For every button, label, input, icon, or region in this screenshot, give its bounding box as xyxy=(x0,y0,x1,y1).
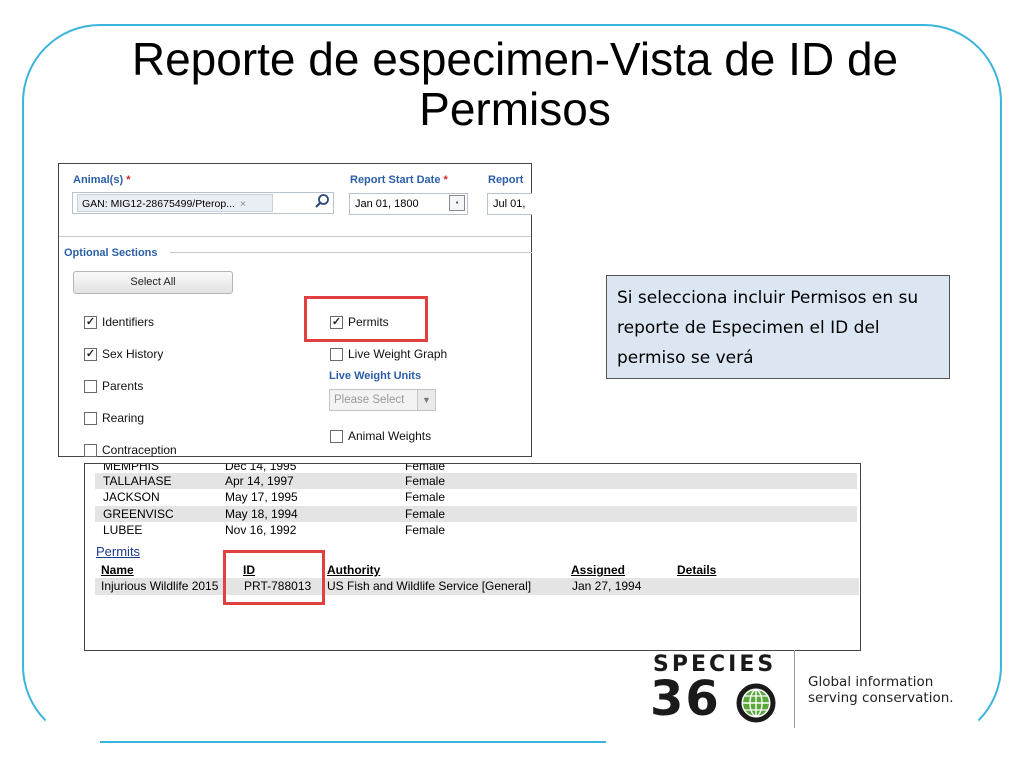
required-marker: * xyxy=(126,174,131,186)
checkbox-unchecked[interactable] xyxy=(330,429,343,443)
start-date-value: Jan 01, 1800 xyxy=(355,198,419,210)
animal-tag[interactable]: GAN: MIG12-28675499/Pterop... × xyxy=(77,194,273,212)
section-label: Parents xyxy=(102,379,144,393)
permits-highlight-box xyxy=(304,296,428,342)
end-date-value: Jul 01, xyxy=(493,198,526,210)
globe-icon xyxy=(736,683,776,723)
section-live-weight-graph[interactable]: Live Weight Graph xyxy=(330,347,447,361)
permits-header-details: Details xyxy=(677,563,717,577)
live-weight-units-select[interactable]: Please Select ▼ xyxy=(329,389,436,411)
cell-name: JACKSON xyxy=(103,490,160,504)
checkbox-checked[interactable]: ✓ xyxy=(84,347,97,361)
logo-divider xyxy=(794,650,795,728)
cell-sex: Female xyxy=(405,463,446,473)
section-label: Live Weight Graph xyxy=(348,347,448,361)
animals-label-text: Animal(s) xyxy=(73,174,124,186)
section-label: Sex History xyxy=(102,347,164,361)
calendar-icon[interactable]: ▪ xyxy=(449,195,465,211)
chevron-down-icon[interactable]: ▼ xyxy=(417,390,435,410)
checkbox-checked[interactable]: ✓ xyxy=(84,315,97,329)
animals-label: Animal(s) * xyxy=(73,174,130,186)
start-date-label: Report Start Date * xyxy=(350,174,448,186)
cell-date: May 18, 1994 xyxy=(225,507,298,521)
report-output-screenshot: MEMPHIS Dec 14, 1995 Female TALLAHASE Ap… xyxy=(84,463,861,651)
required-marker: * xyxy=(443,174,448,186)
cell-date: Dec 14, 1995 xyxy=(225,463,297,473)
checkbox-unchecked[interactable] xyxy=(84,379,97,393)
permit-id-highlight-box xyxy=(223,550,325,605)
permits-header-name: Name xyxy=(101,563,134,577)
tagline-line1: Global information xyxy=(808,674,934,690)
section-parents[interactable]: Parents xyxy=(84,379,143,393)
cell-name: TALLAHASE xyxy=(103,474,172,488)
search-icon[interactable] xyxy=(312,193,332,213)
section-identifiers[interactable]: ✓ Identifiers xyxy=(84,315,154,329)
permit-authority: US Fish and Wildlife Service [General] xyxy=(327,579,532,593)
cell-date: Apr 14, 1997 xyxy=(225,474,294,488)
select-all-button[interactable]: Select All xyxy=(73,271,233,294)
cell-sex: Female xyxy=(405,523,446,537)
cell-sex: Female xyxy=(405,490,446,504)
cell-sex: Female xyxy=(405,507,446,521)
table-row: GREENVISC May 18, 1994 Female xyxy=(95,506,857,522)
tag-remove-icon[interactable]: × xyxy=(240,198,246,210)
optional-sections-line xyxy=(170,252,532,253)
checkbox-unchecked[interactable] xyxy=(330,347,343,361)
cell-name: GREENVISC xyxy=(103,507,174,521)
cell-sex: Female xyxy=(405,474,446,488)
end-date-input[interactable]: Jul 01, xyxy=(487,193,532,215)
cell-date: Nov 16, 1992 xyxy=(225,523,297,537)
checkbox-unchecked[interactable] xyxy=(84,411,97,425)
optional-sections-label: Optional Sections xyxy=(64,247,158,259)
tagline-line2: serving conservation. xyxy=(808,690,954,706)
section-label: Identifiers xyxy=(102,315,155,329)
cell-date: May 17, 1995 xyxy=(225,490,298,504)
permits-header-assigned: Assigned xyxy=(571,563,626,577)
animal-tag-text: GAN: MIG12-28675499/Pterop... xyxy=(82,198,235,210)
slide-title-line1: Reporte de especimen-Vista de ID de xyxy=(131,33,899,85)
section-contraception[interactable]: Contraception xyxy=(84,443,177,457)
section-label: Rearing xyxy=(102,411,145,425)
permit-name: Injurious Wildlife 2015 xyxy=(101,579,219,593)
table-row: TALLAHASE Apr 14, 1997 Female xyxy=(95,473,857,489)
table-row: LUBEE Nov 16, 1992 Female xyxy=(95,522,857,538)
section-label: Animal Weights xyxy=(348,429,432,443)
section-label: Contraception xyxy=(102,443,177,457)
end-date-label: Report xyxy=(488,174,524,186)
cell-name: LUBEE xyxy=(103,523,143,537)
table-row: JACKSON May 17, 1995 Female xyxy=(95,489,857,505)
logo-360-number: 36 xyxy=(650,671,721,727)
start-date-label-text: Report Start Date xyxy=(350,174,441,186)
checkbox-unchecked[interactable] xyxy=(84,443,97,457)
cell-name: MEMPHIS xyxy=(103,463,160,473)
note-box: Si selecciona incluir Permisos en su rep… xyxy=(606,275,950,379)
section-rearing[interactable]: Rearing xyxy=(84,411,144,425)
section-divider xyxy=(59,236,531,237)
permits-section-title: Permits xyxy=(96,544,141,559)
slide-frame-bottom xyxy=(100,741,606,743)
permit-row: Injurious Wildlife 2015 PRT-788013 US Fi… xyxy=(95,578,859,595)
logo-tagline: Global information serving conservation. xyxy=(808,674,954,706)
slide-title-line2: Permisos xyxy=(419,83,611,135)
section-sex-history[interactable]: ✓ Sex History xyxy=(84,347,163,361)
live-weight-units-label: Live Weight Units xyxy=(329,370,422,382)
permit-assigned: Jan 27, 1994 xyxy=(572,579,642,593)
select-placeholder: Please Select xyxy=(334,394,405,406)
section-animal-weights[interactable]: Animal Weights xyxy=(330,429,431,443)
permits-header-authority: Authority xyxy=(327,563,381,577)
slide-title: Reporte de especimen-Vista de ID de Perm… xyxy=(60,34,970,134)
